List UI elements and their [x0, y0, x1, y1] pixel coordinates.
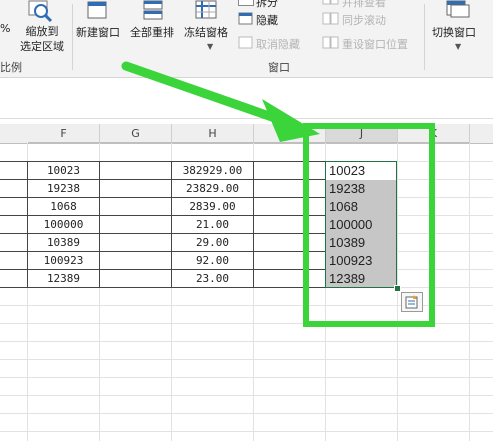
annotation-overlay — [121, 61, 435, 327]
annotation-arrow-shaft — [121, 61, 297, 129]
highlight-box — [303, 123, 435, 327]
